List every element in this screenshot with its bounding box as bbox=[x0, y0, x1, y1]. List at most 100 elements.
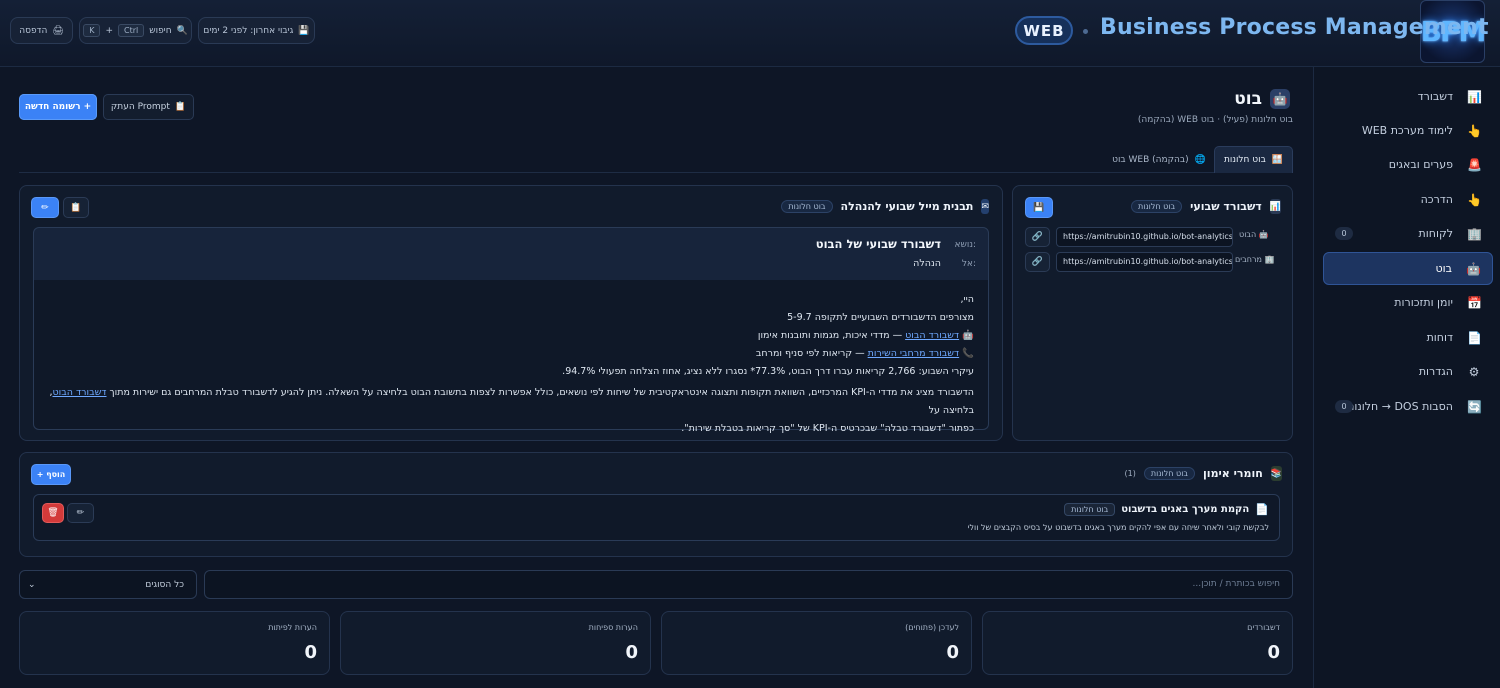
clipboard-icon: 📋 bbox=[70, 202, 82, 213]
calendar-icon: 📅 bbox=[1467, 295, 1482, 310]
sidebar-item[interactable]: הדרכה 👆 bbox=[1323, 183, 1493, 216]
email-body: היי, מצורפים הדשבורדים השבועיים לתקופה 5… bbox=[33, 280, 989, 434]
email-template-title: בוט חלונות תבנית מייל שבועי להנהלה ✉ bbox=[781, 199, 989, 214]
link-icon: 🔗 bbox=[1031, 257, 1044, 267]
chart-icon: 📊 bbox=[1467, 89, 1482, 104]
tab-web-bot[interactable]: בוט WEB (בהקמה) 🌐 bbox=[1110, 146, 1208, 173]
web-mode-pill[interactable]: WEB bbox=[1015, 16, 1073, 45]
bot-link-label: 🤖 הבוט bbox=[1239, 230, 1269, 239]
robot-icon: 🤖 bbox=[1466, 261, 1481, 276]
print-button[interactable]: 🖨 הדפסה bbox=[10, 17, 73, 44]
sidebar-item[interactable]: לקוחות 🏢 0 bbox=[1323, 217, 1493, 250]
email-paragraph: הדשבורד מציג את מדדי ה-KPI המרכזיים, השו… bbox=[49, 387, 974, 434]
chevron-down-icon: ⌄ bbox=[28, 579, 36, 590]
bot-dashboard-link[interactable]: דשבורד הבוט bbox=[905, 330, 959, 341]
to-label: אל: bbox=[961, 259, 976, 269]
sidebar-item-label: לימוד מערכת WEB bbox=[1361, 124, 1453, 137]
search-input[interactable]: חיפוש בכותרת / תוכן... bbox=[204, 570, 1293, 599]
tabs-divider bbox=[19, 172, 1293, 173]
email-subject: דשבורד שבועי של הבוט bbox=[815, 237, 941, 251]
delete-material-button[interactable]: 🗑 bbox=[42, 503, 64, 523]
brand-title: Business Process Management bbox=[1100, 15, 1489, 40]
robot-icon: 🤖 bbox=[1258, 230, 1269, 239]
sidebar-item[interactable]: פערים ובאגים 🚨 bbox=[1323, 148, 1493, 181]
save-dashboard-button[interactable]: 💾 bbox=[1025, 197, 1053, 218]
books-icon: 📚 bbox=[1270, 466, 1282, 481]
training-materials-title: (1) בוט חלונות חומרי אימון 📚 bbox=[1124, 466, 1282, 481]
stat-card: לעדכן (פתוחים) 0 bbox=[661, 611, 972, 675]
material-description: לבקשת קובי ולאחר שיחה עם אפי להקים מערך … bbox=[967, 523, 1269, 532]
robot-icon: 🤖 bbox=[1270, 89, 1290, 109]
copy-prompt-button[interactable]: העתק Prompt 📋 bbox=[103, 94, 194, 120]
type-filter-select[interactable]: ⌄ כל הסוגים bbox=[19, 570, 197, 599]
email-line: מצורפים הדשבורדים השבועיים לתקופה 5-9.7 bbox=[787, 312, 974, 323]
top-header: BPM Business Process Management WEB 💾 גי… bbox=[0, 0, 1500, 67]
bot-dashboard-link[interactable]: דשבורד הבוט bbox=[52, 387, 106, 398]
sidebar-item-label: לקוחות bbox=[1418, 227, 1453, 240]
stat-card: דשבורדים 0 bbox=[982, 611, 1293, 675]
count-badge: 0 bbox=[1335, 227, 1353, 240]
bot-type-chip: בוט חלונות bbox=[781, 200, 833, 213]
sidebar-item-label: פערים ובאגים bbox=[1388, 158, 1453, 171]
sidebar-item-label: הגדרות bbox=[1418, 365, 1453, 378]
search-button[interactable]: K + Ctrl חיפוש 🔍 bbox=[79, 17, 192, 44]
last-backup-button[interactable]: 💾 גיבוי אחרון: לפני 2 ימים bbox=[198, 17, 315, 44]
save-icon: 💾 bbox=[1033, 202, 1045, 213]
count-badge: 0 bbox=[1335, 400, 1353, 413]
bot-type-chip: בוט חלונות bbox=[1064, 503, 1116, 516]
sidebar-item-label: דוחות bbox=[1426, 331, 1453, 344]
refresh-icon: 🔄 bbox=[1467, 399, 1482, 414]
sidebar-item-label: יומן ותזכורות bbox=[1394, 296, 1453, 309]
new-record-button[interactable]: + רשומה חדשה bbox=[19, 94, 97, 120]
printer-icon: 🖨 bbox=[52, 25, 64, 36]
email-line: 🤖 דשבורד הבוט — מדדי איכות, מגמות ותובנו… bbox=[757, 330, 974, 341]
sidebar-item[interactable]: לימוד מערכת WEB 👆 bbox=[1323, 114, 1493, 147]
document-icon: 📄 bbox=[1467, 330, 1482, 345]
gear-icon: ⚙ bbox=[1468, 364, 1480, 379]
edit-material-button[interactable]: ✏ bbox=[67, 503, 94, 523]
page-subtitle: בוט חלונות (פעיל) · בוט WEB (בהקמה) bbox=[1137, 115, 1293, 125]
open-link-button[interactable]: 🔗 bbox=[1025, 227, 1050, 247]
pencil-icon: ✏ bbox=[41, 202, 49, 213]
subject-label: נושא: bbox=[954, 240, 977, 250]
add-material-button[interactable]: + הוסף bbox=[31, 464, 71, 485]
spaces-link-row: 🔗 https://amitrubin10.github.io/bot-anal… bbox=[1025, 252, 1280, 272]
edit-template-button[interactable]: ✏ bbox=[31, 197, 59, 218]
bot-type-chip: בוט חלונות bbox=[1131, 200, 1183, 213]
email-line: עיקרי השבוע: 2,766 קריאות עברו דרך הבוט,… bbox=[562, 366, 974, 377]
open-link-button[interactable]: 🔗 bbox=[1025, 252, 1050, 272]
stat-card: הערות לפיתות 0 bbox=[19, 611, 330, 675]
sidebar-item[interactable]: יומן ותזכורות 📅 bbox=[1323, 286, 1493, 319]
spaces-dashboard-url-input[interactable]: https://amitrubin10.github.io/bot-analyt… bbox=[1056, 252, 1233, 272]
sidebar-item-label: הסבות DOS → חלונות bbox=[1347, 400, 1453, 413]
weekly-dashboard-panel bbox=[1012, 185, 1293, 441]
document-icon: 📄 bbox=[1255, 503, 1269, 516]
tab-windows-bot[interactable]: בוט חלונות 🪟 bbox=[1214, 146, 1293, 173]
bot-dashboard-url-input[interactable]: https://amitrubin10.github.io/bot-analyt… bbox=[1056, 227, 1233, 247]
spaces-dashboard-link[interactable]: דשבורד מרחבי השירות bbox=[868, 348, 959, 359]
pointer-icon: 👆 bbox=[1467, 123, 1482, 138]
sidebar-item[interactable]: הסבות DOS → חלונות 🔄 0 bbox=[1323, 390, 1493, 423]
building-icon: 🏢 bbox=[1467, 226, 1482, 241]
sidebar-item[interactable]: בוט 🤖 bbox=[1323, 252, 1493, 285]
sidebar-item[interactable]: דשבורד 📊 bbox=[1323, 80, 1493, 113]
separator-dot bbox=[1083, 29, 1088, 34]
pointer-icon: 👆 bbox=[1467, 192, 1482, 207]
training-material-item[interactable]: בוט חלונות הקמת מערך באגים בדשבוט 📄 לבקש… bbox=[33, 494, 1280, 541]
robot-icon: 🤖 bbox=[962, 330, 974, 341]
spaces-link-label: 🏢 מרחבים bbox=[1235, 255, 1275, 264]
email-greeting: היי, bbox=[960, 294, 974, 305]
phone-icon: 📞 bbox=[962, 348, 974, 359]
globe-icon: 🌐 bbox=[1194, 154, 1206, 165]
trash-icon: 🗑 bbox=[47, 508, 59, 518]
window-icon: 🪟 bbox=[1271, 155, 1283, 165]
sidebar-item[interactable]: דוחות 📄 bbox=[1323, 321, 1493, 354]
search-icon: 🔍 bbox=[176, 25, 188, 36]
copy-template-button[interactable]: 📋 bbox=[63, 197, 89, 218]
clipboard-icon: 📋 bbox=[174, 102, 187, 112]
sidebar-item[interactable]: הגדרות ⚙ bbox=[1323, 355, 1493, 388]
mail-icon: ✉ bbox=[981, 199, 989, 214]
email-recipient: הנהלה bbox=[913, 258, 941, 269]
material-title-row: בוט חלונות הקמת מערך באגים בדשבוט 📄 bbox=[1064, 503, 1269, 516]
weekly-dashboard-title: בוט חלונות דשבורד שבועי 📊 bbox=[1131, 199, 1281, 214]
